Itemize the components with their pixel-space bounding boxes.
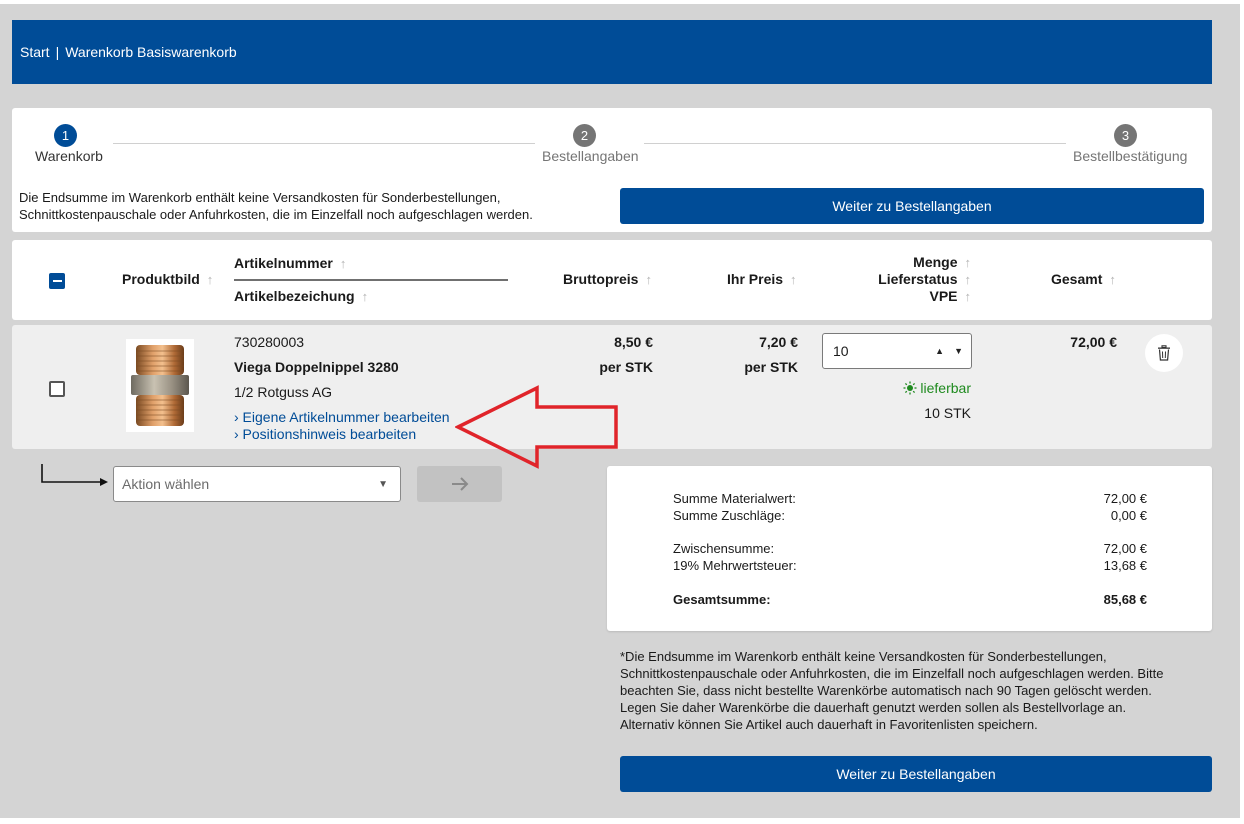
shipping-info-text: Die Endsumme im Warenkorb enthält keine …	[19, 189, 609, 223]
footnote-line: Schnittkostenpauschale oder Anfuhrkosten…	[620, 666, 1164, 681]
continue-to-order-details-button[interactable]: Weiter zu Bestellangaben	[620, 188, 1204, 224]
sort-arrow-icon[interactable]: ↑	[645, 272, 652, 287]
increment-icon[interactable]: ▲	[935, 346, 944, 356]
trash-icon	[1158, 345, 1170, 361]
summary-label: Summe Zuschläge:	[673, 508, 785, 523]
shipping-info-line: Schnittkostenpauschale oder Anfuhrkosten…	[19, 207, 533, 222]
action-select-placeholder: Aktion wählen	[122, 476, 210, 492]
column-header-divider	[234, 279, 508, 281]
delete-item-button[interactable]	[1145, 334, 1183, 372]
column-header-total[interactable]: Gesamt ↑	[1051, 271, 1116, 287]
cart-footnote: *Die Endsumme im Warenkorb enthält keine…	[620, 648, 1210, 733]
item-gross-unit: per STK	[599, 359, 653, 375]
annotation-arrow-icon	[455, 385, 618, 469]
item-select-checkbox[interactable]	[49, 381, 65, 397]
quantity-stepper[interactable]: 10 ▲ ▼	[822, 333, 972, 369]
summary-vat-row: 19% Mehrwertsteuer: 13,68 €	[673, 557, 1147, 574]
column-header-gross-price[interactable]: Bruttopreis ↑	[563, 271, 652, 287]
step-3-circle: 3	[1114, 124, 1137, 147]
arrow-right-icon	[451, 477, 468, 491]
column-header-label: Artikelnummer	[234, 255, 333, 271]
step-connector-2	[644, 143, 1066, 144]
column-header-product-image[interactable]: Produktbild ↑	[122, 271, 213, 287]
sort-arrow-icon[interactable]: ↑	[965, 289, 972, 304]
sort-arrow-icon[interactable]: ↑	[965, 255, 972, 270]
item-your-price: 7,20 €	[759, 334, 798, 350]
execute-action-button[interactable]	[417, 466, 502, 502]
breadcrumb: Start | Warenkorb Basiswarenkorb	[12, 20, 1212, 84]
sort-arrow-icon[interactable]: ↑	[207, 272, 214, 287]
summary-label: Zwischensumme:	[673, 541, 775, 556]
summary-label: Summe Materialwert:	[673, 491, 796, 506]
indeterminate-mark-icon	[52, 280, 62, 282]
column-header-article-description[interactable]: Artikelbezeichung ↑	[234, 288, 368, 304]
column-header-vpe[interactable]: VPE ↑	[929, 288, 971, 304]
column-header-label: Menge	[913, 254, 958, 270]
column-header-your-price[interactable]: Ihr Preis ↑	[727, 271, 797, 287]
column-header-quantity[interactable]: Menge ↑	[913, 254, 971, 270]
column-header-article-number[interactable]: Artikelnummer ↑	[234, 255, 346, 271]
step-1-label: Warenkorb	[35, 148, 103, 164]
summary-value: 85,68 €	[1103, 592, 1147, 607]
footnote-line: *Die Endsumme im Warenkorb enthält keine…	[620, 649, 1107, 664]
quantity-value[interactable]: 10	[833, 343, 925, 359]
column-header-label: Gesamt	[1051, 271, 1103, 287]
continue-to-order-details-bottom-button[interactable]: Weiter zu Bestellangaben	[620, 756, 1212, 792]
sort-arrow-icon[interactable]: ↑	[362, 289, 369, 304]
step-1-circle: 1	[54, 124, 77, 147]
item-name: Viega Doppelnippel 3280	[234, 359, 399, 375]
column-header-label: Artikelbezeichung	[234, 288, 355, 304]
column-header-label: Lieferstatus	[878, 271, 958, 287]
item-vpe: 10 STK	[924, 405, 971, 421]
step-connector-1	[113, 143, 535, 144]
summary-value: 72,00 €	[1103, 541, 1147, 556]
footnote-line: beachten Sie, dass nicht bestellte Waren…	[620, 683, 1152, 698]
summary-total-row: Gesamtsumme: 85,68 €	[673, 591, 1147, 608]
summary-label: 19% Mehrwertsteuer:	[673, 558, 797, 573]
item-article-number: 730280003	[234, 334, 305, 350]
sort-arrow-icon[interactable]: ↑	[1109, 272, 1116, 287]
summary-value: 72,00 €	[1103, 491, 1147, 506]
footnote-line: Alternativ können Sie Artikel auch dauer…	[620, 717, 1038, 732]
decrement-icon[interactable]: ▼	[954, 346, 963, 356]
step-3-label: Bestellbestätigung	[1073, 148, 1188, 164]
summary-surcharge-row: Summe Zuschläge: 0,00 €	[673, 507, 1147, 524]
breadcrumb-home-link[interactable]: Start	[20, 44, 50, 60]
summary-subtotal-row: Zwischensumme: 72,00 €	[673, 540, 1147, 557]
item-your-unit: per STK	[744, 359, 798, 375]
shipping-info-line: Die Endsumme im Warenkorb enthält keine …	[19, 190, 501, 205]
availability-status: lieferbar	[903, 380, 971, 396]
sort-arrow-icon[interactable]: ↑	[340, 256, 347, 271]
column-header-label: Ihr Preis	[727, 271, 784, 287]
action-select[interactable]: Aktion wählen ▼	[113, 466, 401, 502]
pipe-nipple-icon	[131, 345, 189, 426]
order-summary: Summe Materialwert: 72,00 € Summe Zuschl…	[607, 466, 1212, 631]
summary-label: Gesamtsumme:	[673, 592, 771, 607]
summary-value: 13,68 €	[1103, 558, 1147, 573]
edit-own-article-number-link[interactable]: › Eigene Artikelnummer bearbeiten	[234, 409, 450, 425]
step-2-circle: 2	[573, 124, 596, 147]
breadcrumb-separator: |	[55, 44, 60, 60]
edit-position-note-link[interactable]: › Positionshinweis bearbeiten	[234, 426, 416, 442]
column-header-label: Bruttopreis	[563, 271, 639, 287]
summary-material-row: Summe Materialwert: 72,00 €	[673, 490, 1147, 507]
summary-value: 0,00 €	[1110, 508, 1147, 523]
footnote-line: Legen Sie daher Warenkörbe die dauerhaft…	[620, 700, 1127, 715]
sort-arrow-icon[interactable]: ↑	[790, 272, 797, 287]
availability-label: lieferbar	[920, 380, 971, 396]
column-header-label: VPE	[929, 288, 958, 304]
column-header-label: Produktbild	[122, 271, 200, 287]
column-header-delivery-status[interactable]: Lieferstatus ↑	[878, 271, 971, 287]
dropdown-caret-icon: ▼	[378, 478, 388, 490]
item-gross-price: 8,50 €	[614, 334, 653, 350]
item-total: 72,00 €	[1070, 334, 1117, 350]
product-image[interactable]	[126, 339, 194, 432]
item-description: 1/2 Rotguss AG	[234, 384, 333, 400]
sort-arrow-icon[interactable]: ↑	[965, 272, 972, 287]
step-2-label: Bestellangaben	[542, 148, 639, 164]
elbow-arrow-icon	[41, 464, 108, 486]
sun-icon	[903, 381, 917, 395]
breadcrumb-current: Warenkorb Basiswarenkorb	[65, 44, 237, 60]
select-all-checkbox[interactable]	[49, 273, 65, 289]
